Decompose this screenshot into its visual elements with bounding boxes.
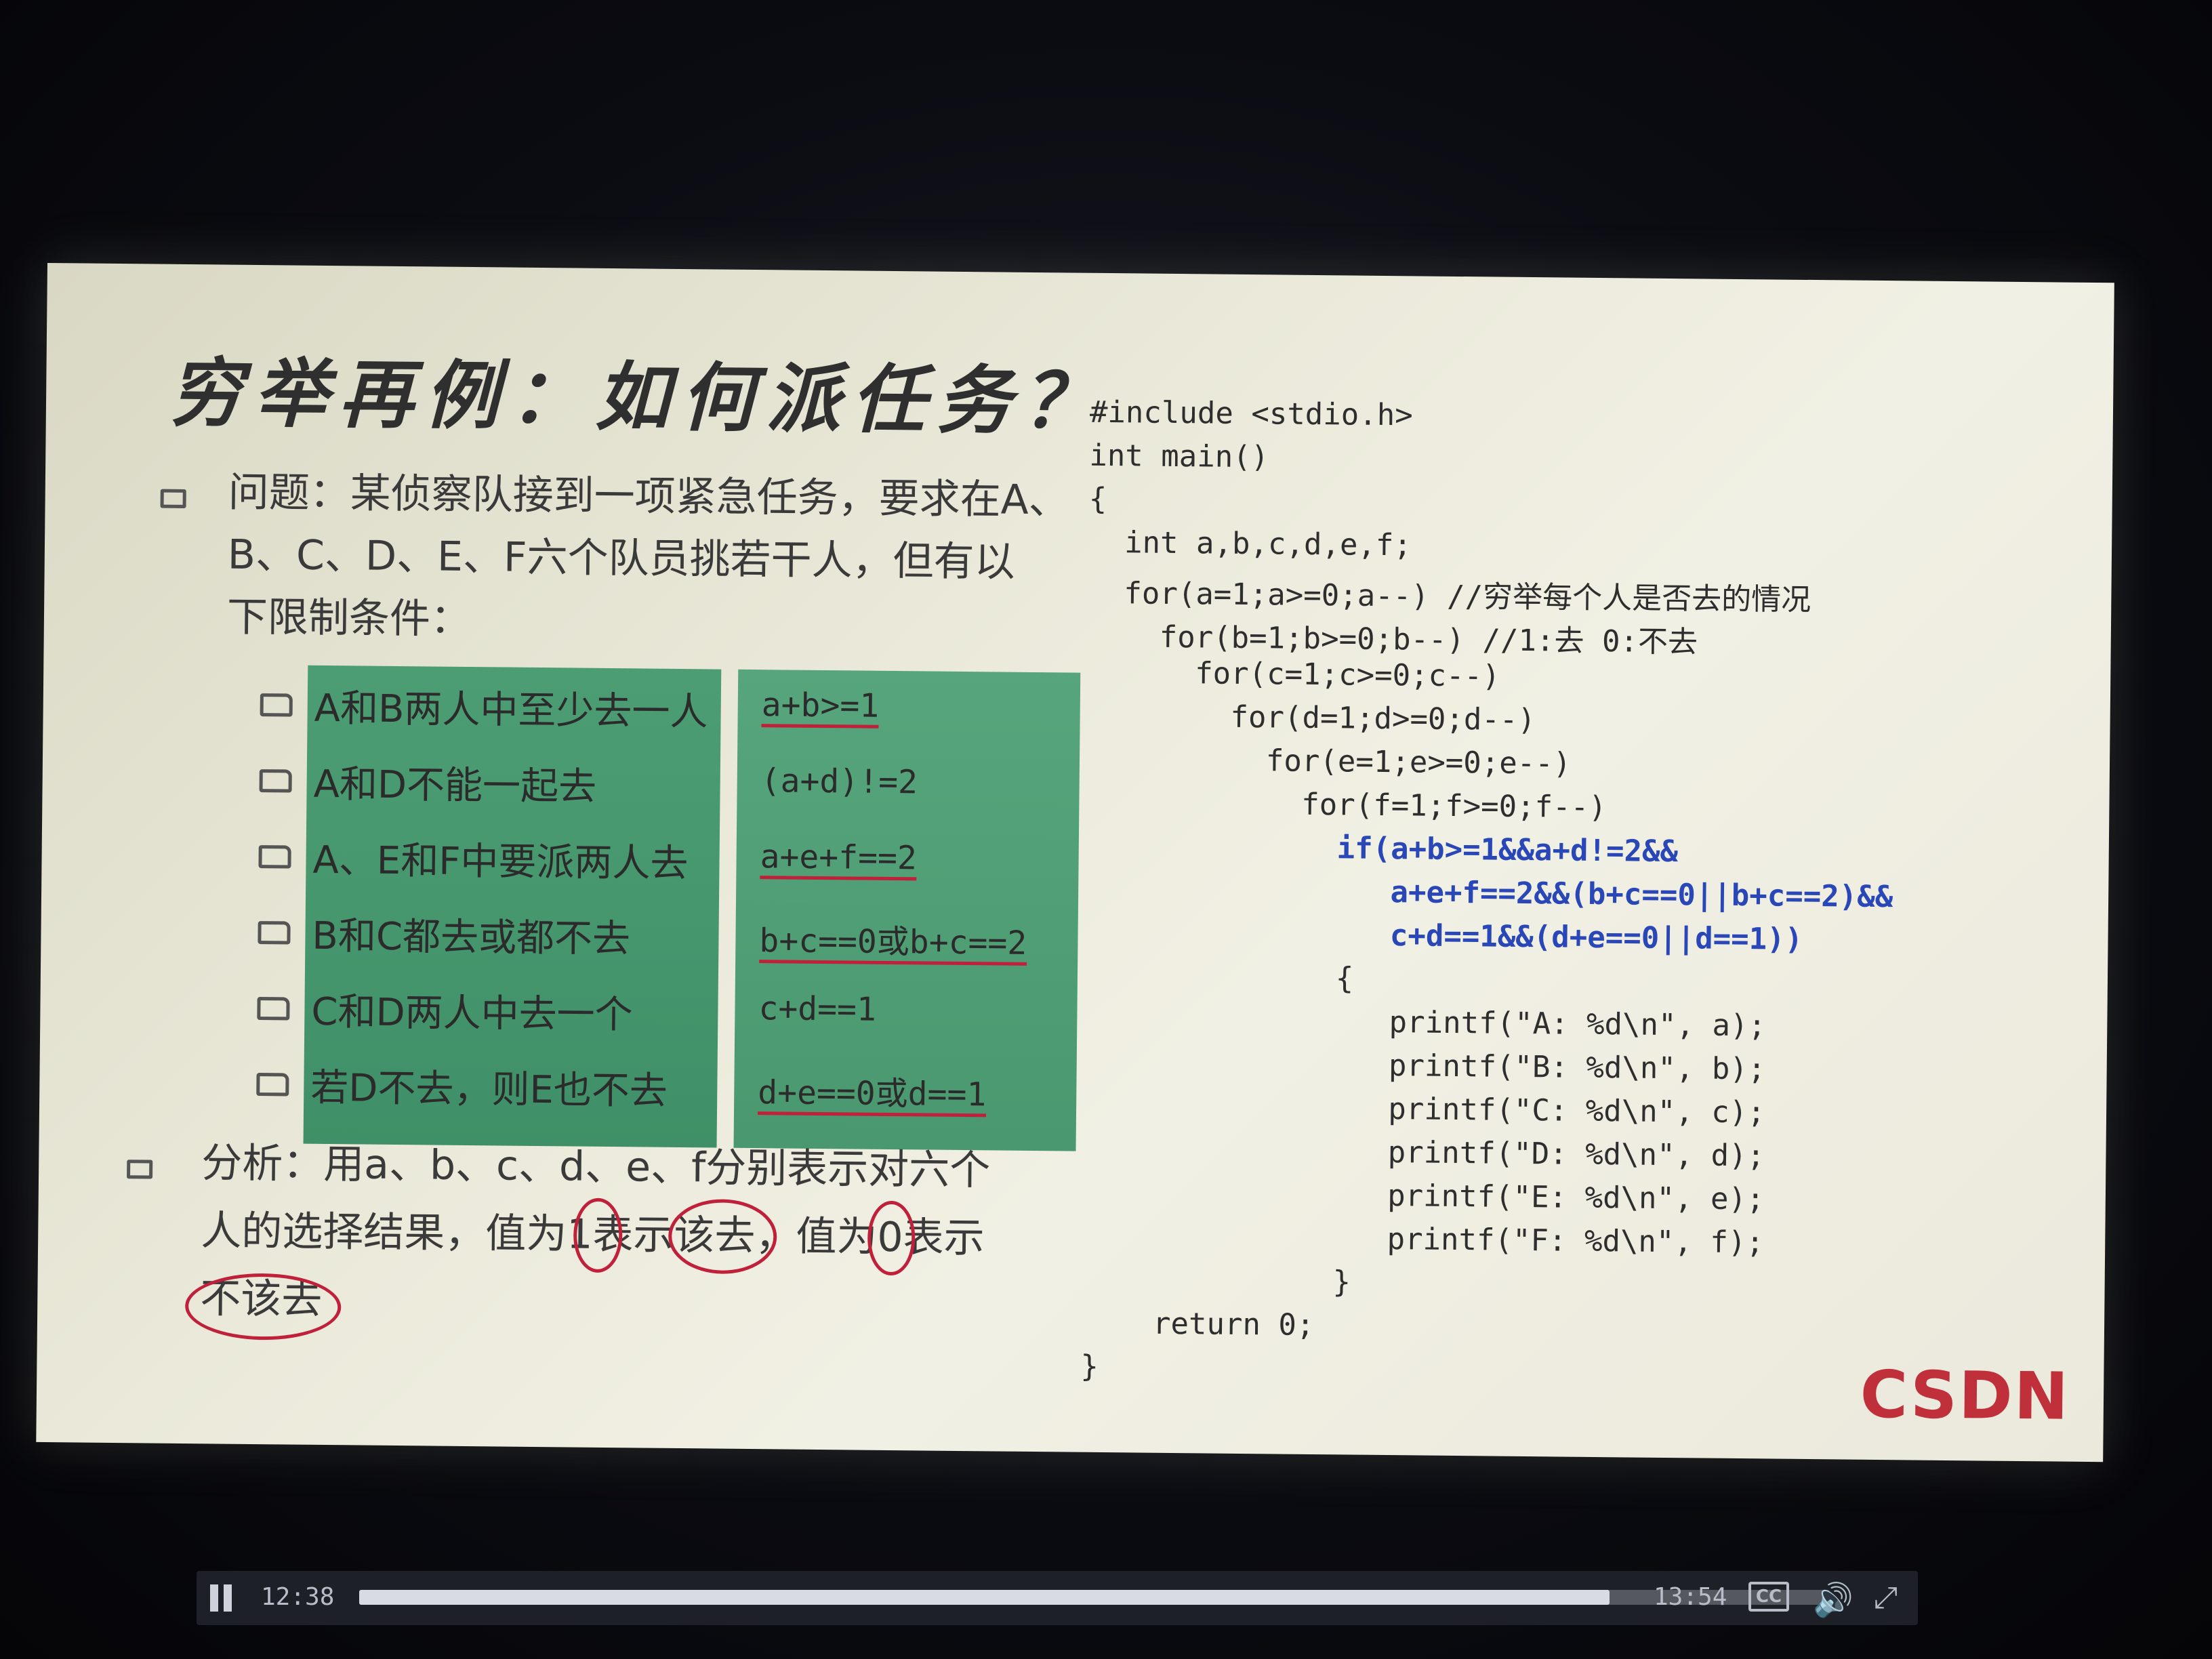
folder-icon (258, 845, 291, 869)
current-time: 12:38 (261, 1583, 335, 1611)
volume-icon[interactable]: 🔊 (1813, 1580, 1853, 1619)
condition-1: A和B两人中至少去一人 (314, 686, 708, 735)
code-line-15: printf("A: %d\n", a); (1084, 1002, 1767, 1044)
fullscreen-icon[interactable]: ⤢ (1874, 1580, 1898, 1615)
code-line-2: int main() (1089, 438, 1269, 475)
code-line-13: c+d==1&&(d+e==0||d==1)) (1084, 915, 1803, 957)
expression-4: b+c==0或b+c==2 (759, 914, 1027, 966)
problem-line-2: B、C、D、E、F六个队员挑若干人，但有以 (227, 531, 1015, 586)
folder-icon (257, 997, 290, 1021)
problem-line-3: 下限制条件： (226, 593, 472, 644)
presentation-slide: 穷举再例：如何派任务？ 问题：某侦察队接到一项紧急任务，要求在A、 B、C、D、… (36, 263, 2114, 1462)
expression-5: c+d==1 (758, 989, 877, 1029)
condition-4: B和C都去或都不去 (312, 914, 631, 962)
code-line-12: a+e+f==2&&(b+c==0||b+c==2)&& (1084, 872, 1893, 915)
code-line-22: return 0; (1080, 1305, 1315, 1343)
condition-6: 若D不去，则E也不去 (310, 1065, 668, 1113)
code-line-19: printf("E: %d\n", e); (1082, 1175, 1765, 1217)
bullet-box-icon (127, 1160, 153, 1179)
code-line-5: for(a=1;a>=0;a--) //穷举每个人是否去的情况 (1088, 575, 1811, 618)
code-line-20: printf("F: %d\n", f); (1082, 1218, 1765, 1261)
code-line-17: printf("C: %d\n", c); (1082, 1088, 1765, 1130)
condition-5: C和D两人中去一个 (311, 989, 633, 1038)
condition-3: A、E和F中要派两人去 (312, 838, 689, 886)
code-line-8: for(d=1;d>=0;d--) (1086, 698, 1536, 738)
csdn-logo: CSDN (1860, 1356, 2070, 1435)
code-line-10: for(f=1;f>=0;f--) (1086, 785, 1607, 825)
code-line-11: if(a+b>=1&&a+d!=2&& (1085, 828, 1679, 869)
cc-icon[interactable]: CC (1748, 1582, 1789, 1612)
analysis-line-1: 分析：用a、b、c、d、e、f分别表示对六个 (201, 1139, 991, 1195)
progress-track[interactable] (359, 1590, 1830, 1605)
expression-3: a+e+f==2 (760, 838, 918, 881)
code-line-1: #include <stdio.h> (1089, 394, 1414, 433)
total-time: 13:54 (1654, 1583, 1727, 1611)
folder-icon (256, 1073, 289, 1097)
annotation-circle (668, 1198, 777, 1275)
code-line-6: for(b=1;b>=0;b--) //1:去 0:不去 (1087, 619, 1698, 660)
progress-fill (359, 1590, 1610, 1605)
code-line-3: { (1088, 481, 1107, 517)
expression-6: d+e==0或d==1 (757, 1065, 987, 1118)
code-line-9: for(e=1;e>=0;e--) (1086, 741, 1572, 781)
code-line-21: } (1081, 1262, 1351, 1300)
folder-icon (260, 693, 293, 717)
condition-2: A和D不能一起去 (313, 762, 597, 809)
expression-2: (a+d)!=2 (760, 762, 918, 802)
folder-icon (258, 921, 291, 945)
bullet-box-icon (160, 489, 186, 508)
annotation-circle (184, 1273, 342, 1341)
video-player-controls: 12:38 13:54 CC 🔊 ⤢ (197, 1571, 1918, 1625)
pause-icon[interactable] (210, 1584, 234, 1612)
code-line-23: } (1080, 1349, 1099, 1384)
expression-1: a+b>=1 (761, 686, 880, 729)
code-line-16: printf("B: %d\n", b); (1083, 1045, 1766, 1087)
problem-line-1: 问题：某侦察队接到一项紧急任务，要求在A、 (228, 468, 1070, 525)
code-line-4: int a,b,c,d,e,f; (1088, 525, 1412, 563)
code-line-14: { (1084, 958, 1354, 996)
code-line-18: printf("D: %d\n", d); (1082, 1132, 1765, 1174)
slide-title: 穷举再例：如何派任务？ (167, 348, 1108, 446)
folder-icon (259, 769, 292, 793)
code-line-7: for(c=1;c>=0;c--) (1087, 655, 1500, 694)
